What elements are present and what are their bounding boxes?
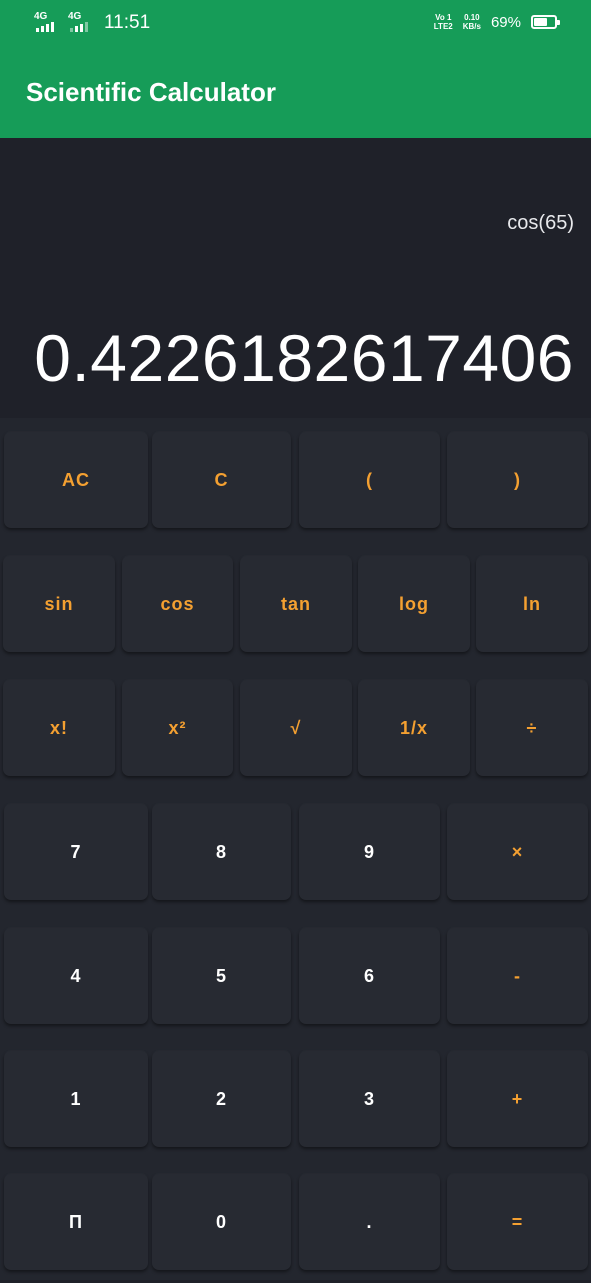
- add-button[interactable]: +: [447, 1051, 588, 1147]
- digit-8-button[interactable]: 8: [152, 804, 291, 900]
- digit-4-button[interactable]: 4: [4, 928, 148, 1024]
- clear-button[interactable]: C: [152, 432, 291, 528]
- battery-icon: [531, 15, 560, 29]
- cos-button[interactable]: cos: [122, 556, 233, 652]
- open-paren-button[interactable]: (: [299, 432, 440, 528]
- status-left: 4G 4G 11:51: [34, 11, 151, 34]
- decimal-button[interactable]: .: [299, 1174, 440, 1270]
- calculator-display: cos(65) 0.4226182617406: [0, 138, 591, 418]
- sin-button[interactable]: sin: [3, 556, 115, 652]
- status-right: Vo 1 LTE2 0.10 KB/s 69%: [434, 13, 560, 31]
- expression-text: cos(65): [507, 212, 574, 234]
- sim1-network-label: 4G: [34, 11, 48, 22]
- subtract-button[interactable]: -: [447, 928, 588, 1024]
- equals-button[interactable]: =: [447, 1174, 588, 1270]
- keypad-row: x! x² √ 1/x ÷: [0, 666, 591, 789]
- status-bar: 4G 4G 11:51 Vo 1 LTE2 0.10 KB/s 69%: [0, 0, 591, 48]
- digit-6-button[interactable]: 6: [299, 928, 440, 1024]
- keypad: AC C() sin cos tan log ln x! x² √ 1/x ÷ 7 8 9 × 4 5 6-1 2 3 +…: [0, 418, 591, 1280]
- volte-line1: Vo 1: [435, 13, 452, 22]
- square-button[interactable]: x²: [122, 680, 233, 776]
- digit-3-button[interactable]: 3: [299, 1051, 440, 1147]
- app-title: Scientific Calculator: [26, 77, 276, 107]
- digit-9-button[interactable]: 9: [299, 804, 440, 900]
- sim1-signal-icon: 4G: [34, 11, 60, 33]
- factorial-button[interactable]: x!: [3, 680, 115, 776]
- digit-5-button[interactable]: 5: [152, 928, 291, 1024]
- digit-2-button[interactable]: 2: [152, 1051, 291, 1147]
- result-text: 0.4226182617406: [34, 321, 574, 395]
- digit-1-button[interactable]: 1: [4, 1051, 148, 1147]
- keypad-row: 456-: [0, 914, 591, 1037]
- multiply-button[interactable]: ×: [447, 804, 588, 900]
- square-root-button[interactable]: √: [240, 680, 352, 776]
- close-paren-button[interactable]: ): [447, 432, 588, 528]
- speed-value: 0.10: [464, 13, 480, 22]
- all-clear-button[interactable]: AC: [4, 432, 148, 528]
- keypad-row: 7 8 9 ×: [0, 790, 591, 913]
- battery-percent: 69%: [490, 13, 521, 31]
- log-button[interactable]: log: [358, 556, 470, 652]
- pi-button[interactable]: Π: [4, 1174, 148, 1270]
- keypad-row: sin cos tan log ln: [0, 542, 591, 665]
- digit-0-button[interactable]: 0: [152, 1174, 291, 1270]
- sim2-network-label: 4G: [68, 11, 82, 22]
- ln-button[interactable]: ln: [476, 556, 588, 652]
- volte-line2: LTE2: [433, 22, 453, 31]
- app-bar: Scientific Calculator: [0, 48, 591, 138]
- keypad-row: AC C(): [0, 418, 591, 541]
- reciprocal-button[interactable]: 1/x: [358, 680, 470, 776]
- divide-button[interactable]: ÷: [476, 680, 588, 776]
- network-speed: 0.10 KB/s: [463, 13, 481, 31]
- speed-unit: KB/s: [462, 22, 481, 31]
- keypad-row: 1 2 3 +: [0, 1037, 591, 1160]
- clock: 11:51: [104, 12, 151, 33]
- digit-7-button[interactable]: 7: [4, 804, 148, 900]
- volte-indicator: Vo 1 LTE2: [434, 13, 453, 31]
- keypad-row: Π 0. =: [0, 1160, 591, 1283]
- sim2-signal-icon: 4G: [68, 11, 94, 33]
- tan-button[interactable]: tan: [240, 556, 352, 652]
- battery-fill: [534, 18, 548, 26]
